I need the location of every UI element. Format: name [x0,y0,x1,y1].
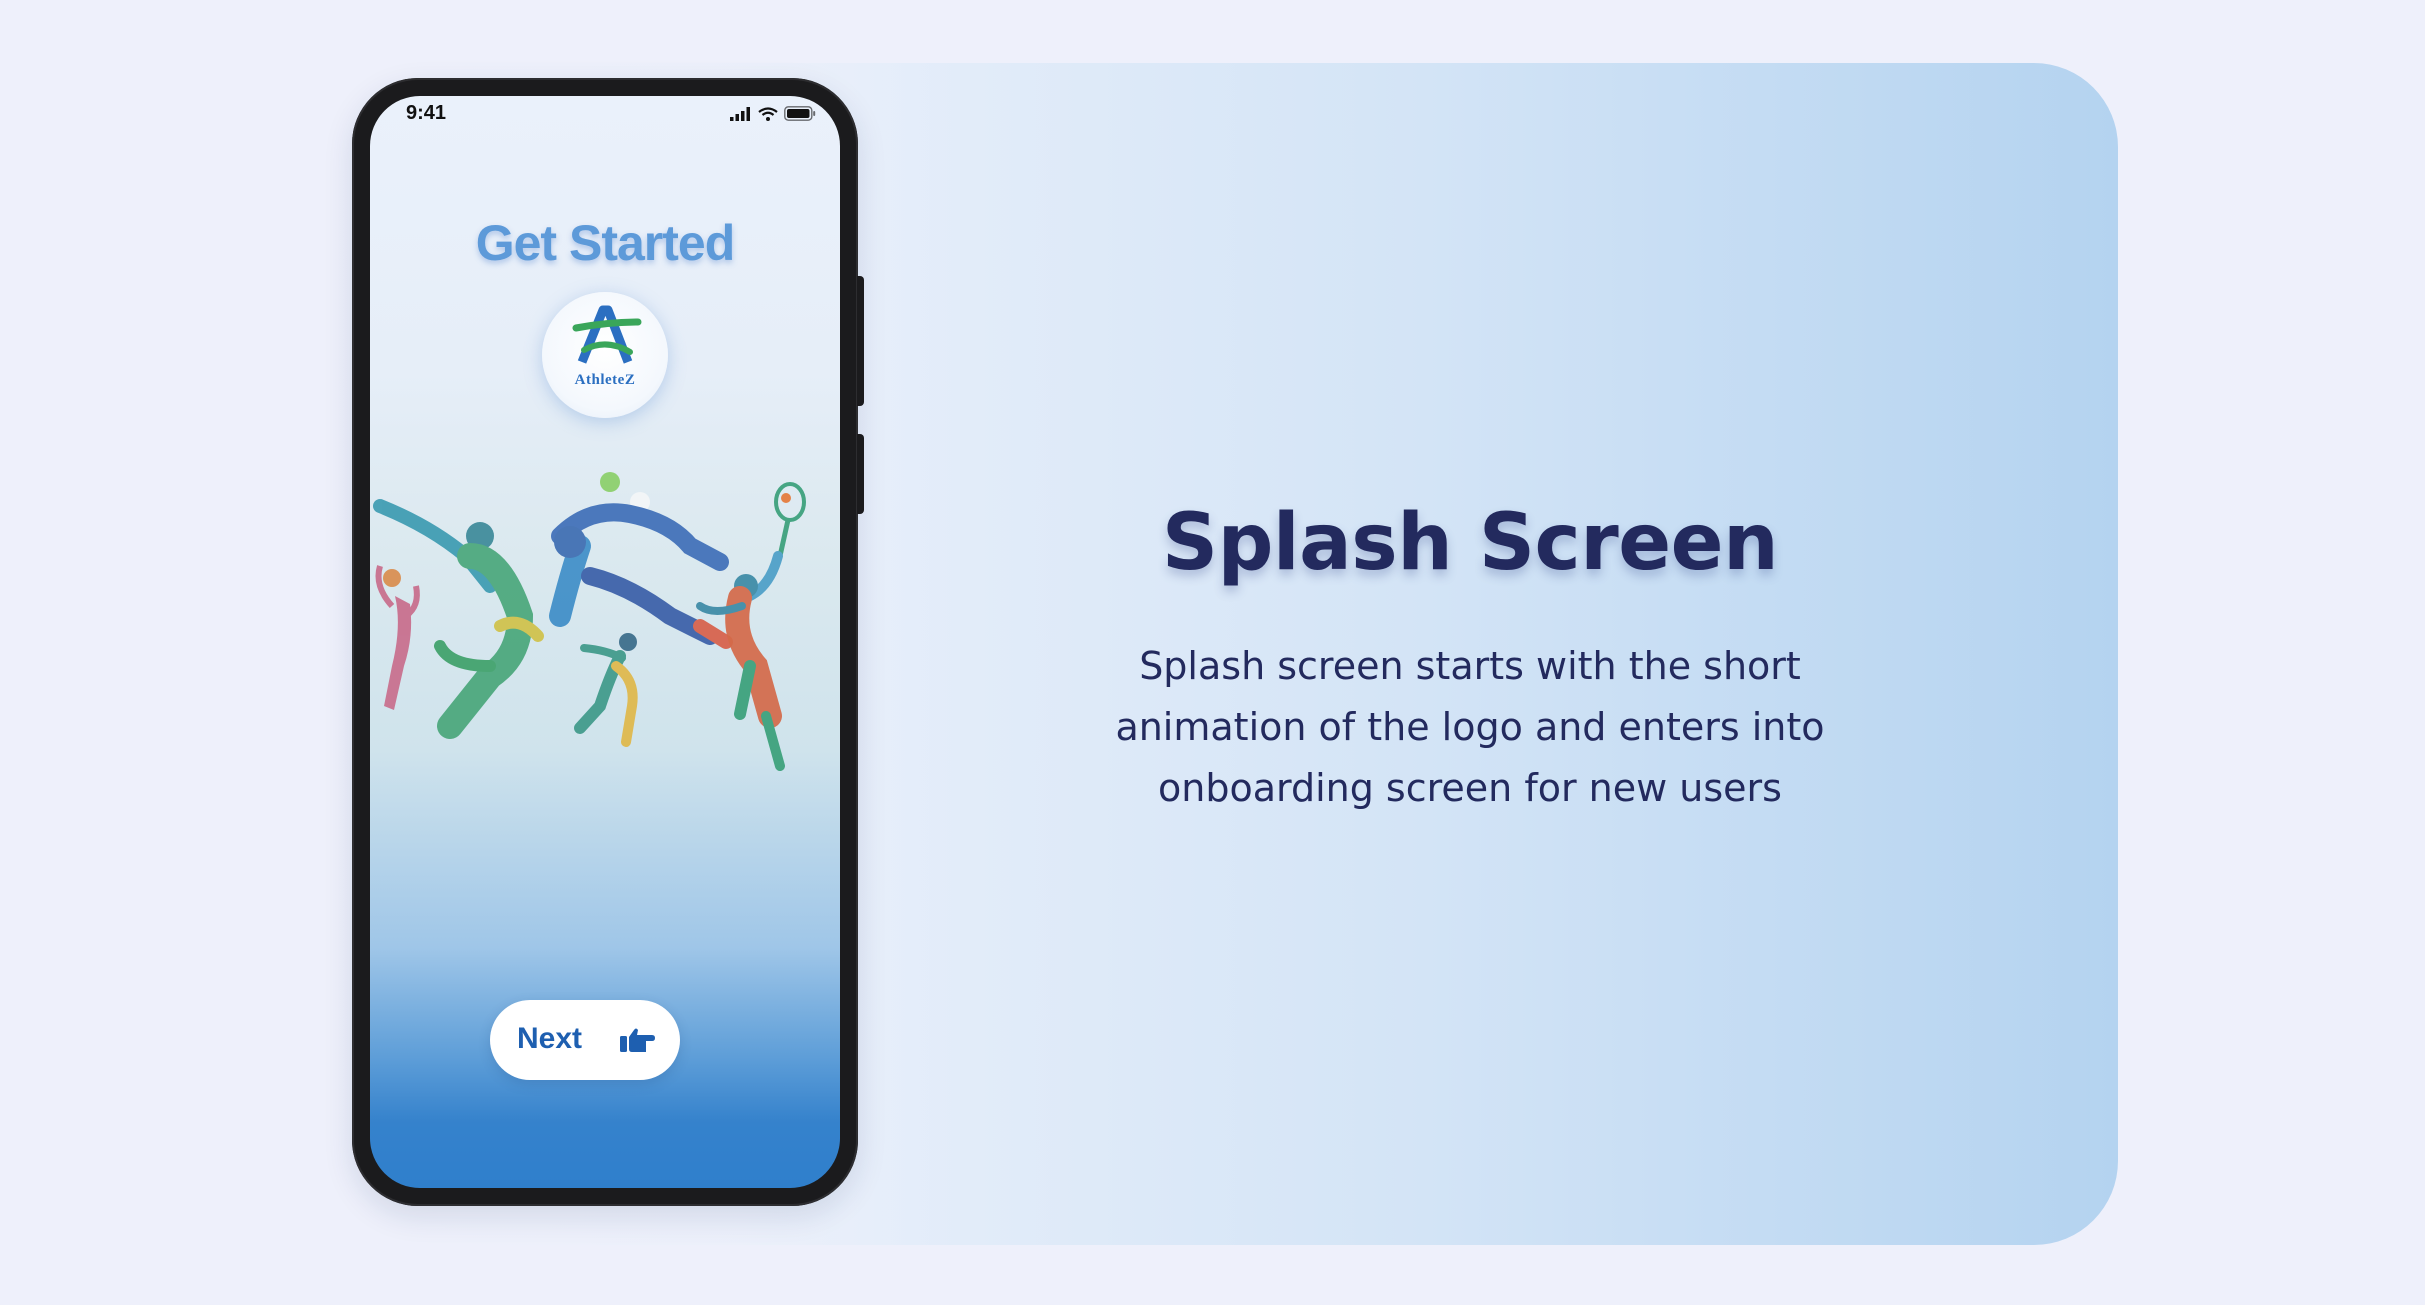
phone-side-button [857,434,864,514]
logo-text: AthleteZ [574,372,636,388]
volleyball-player-figure [375,565,420,710]
status-bar: 9:41 [370,96,840,144]
athletez-logo: AthleteZ [542,292,668,418]
battery-icon [784,106,816,121]
signal-icon [730,106,750,121]
tennis-player-figure [696,482,806,771]
runner-figure [574,633,638,747]
athletes-illustration [373,472,806,771]
status-icons [730,106,816,121]
section-description: Splash screen starts with the short anim… [1115,644,1825,810]
phone-side-button [857,276,864,406]
get-started-title: Get Started [475,215,736,271]
phone-mockup: 9:41 Get Started AthleteZ Next [352,78,864,1206]
splash-screen: 9:41 Get Started AthleteZ Next [370,96,840,1188]
section-heading: Splash Screen [1161,498,1779,588]
center-athlete-figure [549,472,733,649]
logo-a-mark-icon [572,305,642,364]
next-button[interactable]: Next [490,1000,680,1080]
next-button-label: Next [517,1022,583,1055]
status-time: 9:41 [406,102,447,124]
wifi-icon [758,106,778,121]
hand-pointing-right-icon [620,1028,655,1052]
